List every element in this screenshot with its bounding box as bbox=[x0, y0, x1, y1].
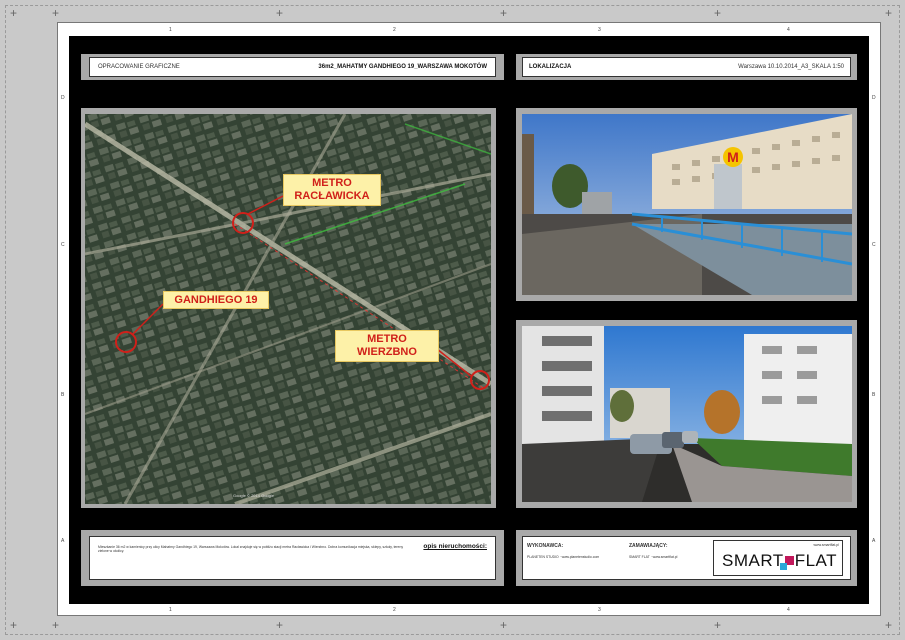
registration-mark-top: + bbox=[52, 6, 60, 20]
registration-mark-top-right: + bbox=[885, 6, 893, 20]
metro-sign-icon: M bbox=[723, 147, 743, 167]
client-text: SMART FLAT · www.smartflat.pl bbox=[629, 555, 678, 559]
client-label: ZAMAWIAJĄCY: bbox=[629, 543, 668, 549]
header-left-label: OPRACOWANIE GRAFICZNE bbox=[98, 64, 180, 70]
registration-mark-bottom-right: + bbox=[885, 618, 893, 632]
date-scale: Warszawa 10.10.2014_A3_SKALA 1:50 bbox=[738, 64, 844, 70]
metro-entrance-image bbox=[522, 114, 852, 295]
photo-street bbox=[522, 326, 852, 502]
registration-mark-bottom: + bbox=[500, 618, 508, 632]
grid-letter-right: C bbox=[872, 242, 876, 248]
grid-letter-left: B bbox=[61, 392, 65, 398]
grid-letter-right: D bbox=[872, 95, 876, 101]
logo-accent-icon bbox=[780, 563, 787, 570]
photo-panel-top: M bbox=[516, 108, 857, 301]
registration-mark-bottom-left: + bbox=[10, 618, 18, 632]
header-bar-right: LOKALIZACJA Warszawa 10.10.2014_A3_SKALA… bbox=[516, 54, 857, 80]
description-heading: opis nieruchomości: bbox=[423, 543, 487, 550]
street-image bbox=[522, 326, 852, 502]
grid-letter-right: A bbox=[872, 538, 876, 544]
callout-metro-raclawicka: METRO RACŁAWICKA bbox=[283, 174, 381, 206]
registration-mark-top-left: + bbox=[10, 6, 18, 20]
photo-panel-bottom bbox=[516, 320, 857, 508]
header-box-right: LOKALIZACJA Warszawa 10.10.2014_A3_SKALA… bbox=[522, 57, 851, 77]
brand-url: www.smartflat.pl bbox=[813, 543, 839, 547]
logo-text-smart: SMART bbox=[722, 551, 784, 570]
registration-mark-top: + bbox=[500, 6, 508, 20]
grid-number-top: 3 bbox=[598, 27, 601, 33]
map-credit: Google © 2014 Google bbox=[233, 493, 274, 498]
header-box-left: OPRACOWANIE GRAFICZNE 36m2_MAHATMY GANDH… bbox=[89, 57, 496, 77]
callout-metro-wierzbno: METRO WIERZBNO bbox=[335, 330, 439, 362]
callout-gandhiego: GANDHIEGO 19 bbox=[163, 291, 269, 309]
aerial-map: METRO RACŁAWICKA GANDHIEGO 19 METRO WIER… bbox=[85, 114, 491, 504]
grid-number-top: 2 bbox=[393, 27, 396, 33]
description-text: Mieszkanie 36 m2 w kamienicy przy ulicy … bbox=[98, 545, 404, 554]
registration-mark-bottom: + bbox=[276, 618, 284, 632]
contractor-label: WYKONAWCA: bbox=[527, 543, 564, 549]
logo-box: www.smartflat.pl SMART FLAT bbox=[713, 540, 843, 576]
grid-number-top: 1 bbox=[169, 27, 172, 33]
registration-mark-bottom: + bbox=[52, 618, 60, 632]
grid-letter-left: C bbox=[61, 242, 65, 248]
photo-metro-entrance: M bbox=[522, 114, 852, 295]
callout-leaders bbox=[132, 195, 472, 377]
grid-letter-right: B bbox=[872, 392, 876, 398]
grid-number-bottom: 4 bbox=[787, 607, 790, 613]
location-label: LOKALIZACJA bbox=[529, 64, 572, 70]
grid-letter-left: A bbox=[61, 538, 65, 544]
registration-mark-top: + bbox=[276, 6, 284, 20]
registration-mark-bottom: + bbox=[714, 618, 722, 632]
footer-bar-left: Mieszkanie 36 m2 w kamienicy przy ulicy … bbox=[81, 530, 504, 586]
map-panel: METRO RACŁAWICKA GANDHIEGO 19 METRO WIER… bbox=[81, 108, 496, 508]
grid-number-bottom: 1 bbox=[169, 607, 172, 613]
header-title: 36m2_MAHATMY GANDHIEGO 19_WARSZAWA MOKOT… bbox=[318, 64, 487, 70]
footer-bar-right: WYKONAWCA: PLANETEN STUDIO · www.planete… bbox=[516, 530, 857, 586]
contractor-text: PLANETEN STUDIO · www.planetenstudio.com bbox=[527, 555, 600, 559]
grid-number-top: 4 bbox=[787, 27, 790, 33]
footer-credits-box: WYKONAWCA: PLANETEN STUDIO · www.planete… bbox=[522, 536, 851, 580]
registration-mark-top: + bbox=[714, 6, 722, 20]
grid-letter-left: D bbox=[61, 95, 65, 101]
header-bar-left: OPRACOWANIE GRAFICZNE 36m2_MAHATMY GANDH… bbox=[81, 54, 504, 80]
grid-number-bottom: 3 bbox=[598, 607, 601, 613]
grid-number-bottom: 2 bbox=[393, 607, 396, 613]
logo-text-flat: FLAT bbox=[794, 551, 838, 570]
footer-description-box: Mieszkanie 36 m2 w kamienicy przy ulicy … bbox=[89, 536, 496, 580]
